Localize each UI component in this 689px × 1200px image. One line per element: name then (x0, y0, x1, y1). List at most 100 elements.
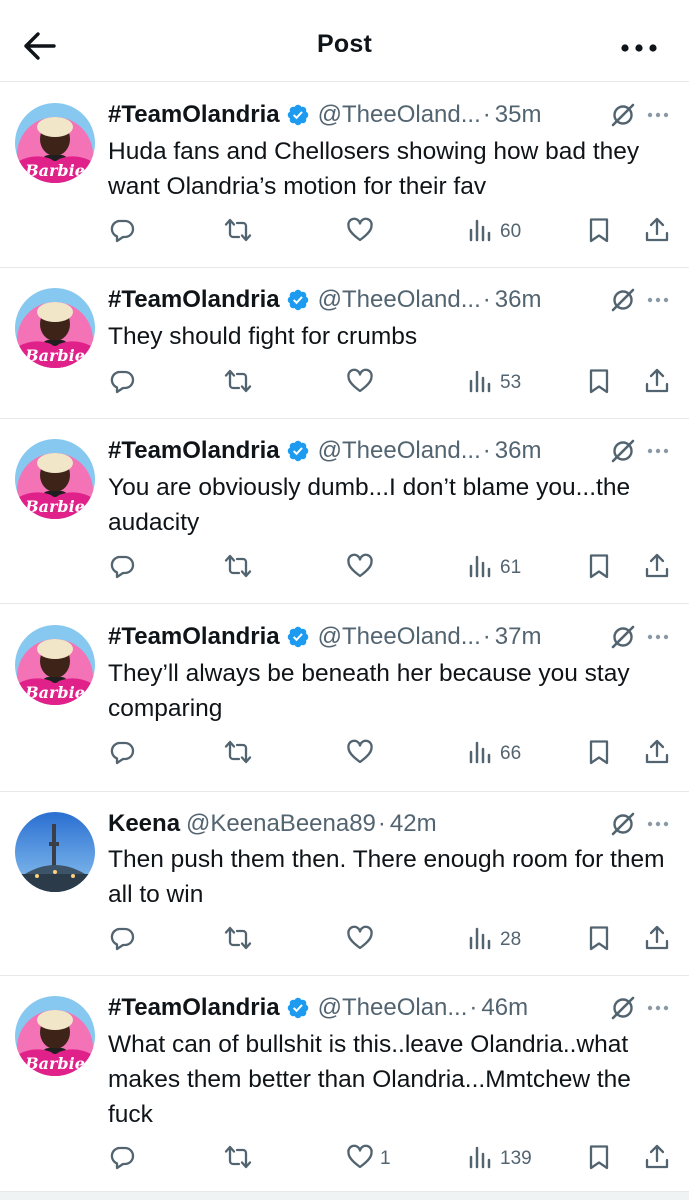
like-count: 1 (380, 1148, 391, 1169)
like-button[interactable]: 1 (346, 1141, 391, 1177)
share-button[interactable] (643, 1141, 671, 1177)
reply-button[interactable] (108, 214, 136, 250)
more-options-icon[interactable] (645, 811, 671, 837)
more-horizontal-icon[interactable] (614, 28, 664, 68)
avatar[interactable]: Barbie (15, 625, 95, 705)
timestamp[interactable]: 36m (495, 286, 542, 314)
reply-tweet[interactable]: Barbie #TeamOlandria @TheeOland... · 36m You … (0, 420, 689, 604)
more-options-icon[interactable] (645, 102, 671, 128)
bookmark-button[interactable] (585, 214, 613, 250)
retweet-button[interactable] (224, 365, 252, 401)
reply-tweet[interactable]: Barbie #TeamOlandria @TheeOland... · 36m They… (0, 269, 689, 419)
svg-text:Barbie: Barbie (24, 346, 85, 365)
bookmark-button[interactable] (585, 736, 613, 772)
reply-tweet[interactable]: Barbie #TeamOlandria @TheeOland... · 35m Huda… (0, 84, 689, 268)
user-handle[interactable]: @TheeOland... (318, 623, 481, 651)
reply-button[interactable] (108, 550, 136, 586)
tweet-text: They should fight for crumbs (108, 323, 418, 350)
views-button[interactable]: 139 (466, 1141, 532, 1177)
bottom-divider (0, 1192, 689, 1200)
share-button[interactable] (643, 214, 671, 250)
reply-tweet[interactable]: Keena @KeenaBeena89 · 42m Then push them the… (0, 793, 689, 976)
retweet-icon (224, 924, 252, 957)
timestamp[interactable]: 37m (495, 623, 542, 651)
bookmark-button[interactable] (585, 365, 613, 401)
separator-dot: · (482, 437, 491, 464)
grok-icon[interactable] (609, 623, 637, 651)
like-button[interactable] (346, 736, 380, 772)
bookmark-button[interactable] (585, 922, 613, 958)
avatar[interactable]: Barbie (15, 439, 95, 519)
like-button[interactable] (346, 214, 380, 250)
heart-icon (346, 924, 374, 957)
share-button[interactable] (643, 736, 671, 772)
verified-badge-icon (287, 440, 308, 462)
bookmark-icon (585, 1143, 613, 1176)
like-button[interactable] (346, 922, 380, 958)
user-handle[interactable]: @KeenaBeena89 (186, 810, 376, 838)
bookmark-icon (585, 738, 613, 771)
views-button[interactable]: 61 (466, 550, 521, 586)
timestamp[interactable]: 35m (495, 101, 542, 129)
retweet-button[interactable] (224, 214, 252, 250)
bookmark-button[interactable] (585, 550, 613, 586)
svg-text:Barbie: Barbie (24, 683, 85, 702)
more-options-icon[interactable] (645, 287, 671, 313)
display-name[interactable]: #TeamOlandria (108, 994, 280, 1022)
retweet-icon (224, 216, 252, 249)
timestamp[interactable]: 42m (390, 810, 437, 838)
bookmark-icon (585, 216, 613, 249)
display-name[interactable]: #TeamOlandria (108, 286, 280, 314)
heart-icon (346, 1143, 374, 1176)
share-button[interactable] (643, 365, 671, 401)
grok-icon[interactable] (609, 810, 637, 838)
grok-icon[interactable] (609, 286, 637, 314)
user-handle[interactable]: @TheeOland... (318, 101, 481, 129)
views-button[interactable]: 53 (466, 365, 521, 401)
separator-dot: · (482, 286, 491, 313)
action-bar: 53 (0, 365, 689, 401)
views-button[interactable]: 28 (466, 922, 521, 958)
reply-button[interactable] (108, 922, 136, 958)
grok-icon[interactable] (609, 994, 637, 1022)
avatar[interactable] (15, 812, 95, 892)
like-button[interactable] (346, 550, 380, 586)
more-options-icon[interactable] (645, 995, 671, 1021)
timestamp[interactable]: 36m (495, 437, 542, 465)
top-bar: Post (0, 0, 689, 82)
reply-tweet[interactable]: Barbie #TeamOlandria @TheeOland... · 37m They… (0, 606, 689, 792)
retweet-button[interactable] (224, 550, 252, 586)
reply-icon (108, 552, 136, 585)
reply-tweet[interactable]: Barbie #TeamOlandria @TheeOlan... · 46m What … (0, 977, 689, 1192)
views-button[interactable]: 60 (466, 214, 521, 250)
grok-icon[interactable] (609, 101, 637, 129)
bookmark-button[interactable] (585, 1141, 613, 1177)
reply-icon (108, 1143, 136, 1176)
more-options-icon[interactable] (645, 438, 671, 464)
timestamp[interactable]: 46m (481, 994, 528, 1022)
display-name[interactable]: Keena (108, 810, 180, 838)
user-handle[interactable]: @TheeOlan... (318, 994, 468, 1022)
retweet-button[interactable] (224, 1141, 252, 1177)
avatar[interactable]: Barbie (15, 288, 95, 368)
more-options-icon[interactable] (645, 624, 671, 650)
grok-icon[interactable] (609, 437, 637, 465)
retweet-button[interactable] (224, 736, 252, 772)
like-button[interactable] (346, 365, 380, 401)
share-button[interactable] (643, 922, 671, 958)
avatar[interactable]: Barbie (15, 103, 95, 183)
user-handle[interactable]: @TheeOland... (318, 437, 481, 465)
share-button[interactable] (643, 550, 671, 586)
reply-button[interactable] (108, 736, 136, 772)
user-handle[interactable]: @TheeOland... (318, 286, 481, 314)
display-name[interactable]: #TeamOlandria (108, 101, 280, 129)
display-name[interactable]: #TeamOlandria (108, 623, 280, 651)
reply-button[interactable] (108, 1141, 136, 1177)
reply-button[interactable] (108, 365, 136, 401)
views-button[interactable]: 66 (466, 736, 521, 772)
retweet-button[interactable] (224, 922, 252, 958)
avatar[interactable]: Barbie (15, 996, 95, 1076)
separator-dot: · (482, 101, 491, 128)
view-count: 66 (500, 743, 522, 764)
display-name[interactable]: #TeamOlandria (108, 437, 280, 465)
